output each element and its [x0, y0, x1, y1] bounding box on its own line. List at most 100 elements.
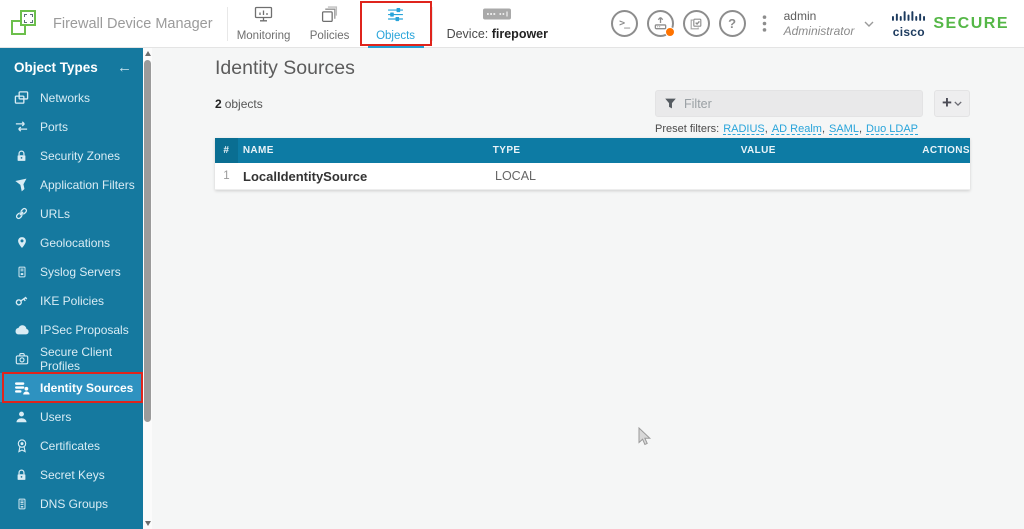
- ike-policies-icon: [13, 293, 30, 308]
- device-icon: [482, 7, 512, 26]
- sidebar-item-secure-client-profiles[interactable]: Secure Client Profiles: [0, 344, 143, 373]
- tab-label: Objects: [376, 30, 415, 42]
- tab-label: Monitoring: [237, 30, 291, 42]
- sidebar-item-label: URLs: [40, 207, 70, 221]
- sidebar-item-label: Security Zones: [40, 149, 120, 163]
- sidebar-item-urls[interactable]: URLs: [0, 199, 143, 228]
- sidebar-item-label: IPSec Proposals: [40, 323, 129, 337]
- sidebar-item-label: Networks: [40, 91, 90, 105]
- sidebar-header: Object Types ←: [0, 48, 143, 83]
- object-count: 2objects: [215, 97, 263, 111]
- preset-filter-duo-ldap[interactable]: Duo LDAP: [866, 123, 918, 135]
- header-divider: [432, 7, 433, 41]
- logo-dashed-square: [24, 14, 33, 23]
- preset-filters-label: Preset filters:: [655, 123, 719, 135]
- sidebar: Object Types ← Networks Ports Security Zon…: [0, 48, 143, 529]
- preset-filter-saml[interactable]: SAML: [829, 123, 859, 135]
- sidebar-items: Networks Ports Security Zones Application F…: [0, 83, 143, 518]
- app-title: Firewall Device Manager: [53, 16, 213, 32]
- add-object-button[interactable]: +: [934, 90, 970, 117]
- pending-deployment-badge: [665, 27, 675, 37]
- scroll-up-arrow-icon[interactable]: [145, 51, 151, 56]
- sidebar-item-networks[interactable]: Networks: [0, 83, 143, 112]
- object-value: [745, 163, 928, 189]
- ipsec-proposals-icon: [13, 323, 30, 336]
- tab-objects[interactable]: Objects: [363, 0, 429, 48]
- device-label: Device: firepower: [447, 27, 548, 41]
- comma-separator: ,: [859, 123, 862, 135]
- preset-filters: Preset filters:RADIUS,AD Realm,SAML,Duo …: [655, 123, 918, 135]
- cisco-bars-icon: [892, 9, 925, 25]
- sidebar-item-certificates[interactable]: Certificates: [0, 431, 143, 460]
- preset-filter-links: RADIUS,AD Realm,SAML,Duo LDAP: [719, 123, 918, 135]
- tab-policies[interactable]: Policies: [297, 0, 363, 48]
- ports-icon: [13, 119, 30, 134]
- sidebar-item-secret-keys[interactable]: Secret Keys: [0, 460, 143, 489]
- secret-keys-icon: [13, 468, 30, 482]
- scrollbar-thumb[interactable]: [144, 60, 151, 422]
- help-icon[interactable]: ?: [719, 10, 746, 37]
- sidebar-item-ipsec-proposals[interactable]: IPSec Proposals: [0, 315, 143, 344]
- chevron-down-icon[interactable]: [864, 21, 874, 27]
- networks-icon: [13, 90, 30, 105]
- collapse-sidebar-arrow-icon[interactable]: ←: [117, 60, 132, 75]
- header-actions: >_?: [611, 10, 767, 37]
- sidebar-scrollbar[interactable]: [143, 48, 152, 529]
- sidebar-item-label: Identity Sources: [40, 381, 133, 395]
- dns-groups-icon: [13, 497, 30, 511]
- sidebar-item-label: Secure Client Profiles: [40, 345, 143, 373]
- tab-monitoring[interactable]: Monitoring: [231, 0, 297, 48]
- sidebar-item-label: Certificates: [40, 439, 100, 453]
- more-options-icon[interactable]: [762, 15, 767, 32]
- tasks-icon[interactable]: [683, 10, 710, 37]
- sidebar-item-dns-groups[interactable]: DNS Groups: [0, 489, 143, 518]
- sidebar-item-syslog-servers[interactable]: Syslog Servers: [0, 257, 143, 286]
- chevron-down-icon: [954, 101, 962, 106]
- sidebar-item-ports[interactable]: Ports: [0, 112, 143, 141]
- table-header-row: #NAMETYPEVALUEACTIONS: [215, 138, 970, 163]
- sidebar-item-application-filters[interactable]: Application Filters: [0, 170, 143, 199]
- header-divider: [227, 7, 228, 41]
- row-actions: [928, 163, 970, 189]
- objects-icon: [387, 6, 404, 28]
- sidebar-item-ike-policies[interactable]: IKE Policies: [0, 286, 143, 315]
- device-name: firepower: [492, 27, 548, 41]
- secure-client-profiles-icon: [13, 352, 30, 366]
- page-title: Identity Sources: [215, 57, 355, 80]
- mouse-cursor: [637, 427, 653, 447]
- users-icon: [13, 410, 30, 424]
- sidebar-title: Object Types: [14, 60, 98, 75]
- preset-filter-radius[interactable]: RADIUS: [723, 123, 765, 135]
- filter-input[interactable]: [684, 97, 914, 111]
- device-selector[interactable]: Device: firepower: [447, 7, 548, 41]
- scroll-down-arrow-icon[interactable]: [145, 521, 151, 526]
- filter-funnel-icon: [664, 97, 677, 110]
- sidebar-item-geolocations[interactable]: Geolocations: [0, 228, 143, 257]
- security-zones-icon: [13, 149, 30, 163]
- sidebar-item-label: Geolocations: [40, 236, 110, 250]
- app-logo-icon: [11, 9, 41, 39]
- column-header-type: TYPE: [493, 138, 741, 163]
- device-label-prefix: Device:: [447, 27, 489, 41]
- sidebar-item-users[interactable]: Users: [0, 402, 143, 431]
- user-menu[interactable]: admin Administrator: [784, 9, 855, 39]
- preset-filter-ad-realm[interactable]: AD Realm: [772, 123, 822, 135]
- filter-field: [655, 90, 923, 117]
- main-nav: Monitoring Policies Objects: [231, 0, 429, 48]
- sidebar-item-security-zones[interactable]: Security Zones: [0, 141, 143, 170]
- row-number: 1: [215, 163, 238, 189]
- deploy-icon[interactable]: [647, 10, 674, 37]
- cli-console-icon[interactable]: >_: [611, 10, 638, 37]
- content-area: Identity Sources 2objects + Preset filte…: [152, 48, 1024, 529]
- table-row[interactable]: 1LocalIdentitySourceLOCAL: [215, 163, 970, 190]
- user-name: admin: [784, 9, 855, 24]
- application-filters-icon: [13, 178, 30, 192]
- cisco-wordmark: cisco: [893, 26, 925, 38]
- sidebar-item-label: Syslog Servers: [40, 265, 121, 279]
- object-name: LocalIdentitySource: [238, 163, 495, 189]
- identity-sources-icon: [13, 381, 30, 395]
- secure-wordmark: SECURE: [933, 15, 1009, 33]
- object-type: LOCAL: [495, 163, 745, 189]
- column-header-actions: ACTIONS: [922, 138, 970, 163]
- sidebar-item-identity-sources[interactable]: Identity Sources: [0, 373, 143, 402]
